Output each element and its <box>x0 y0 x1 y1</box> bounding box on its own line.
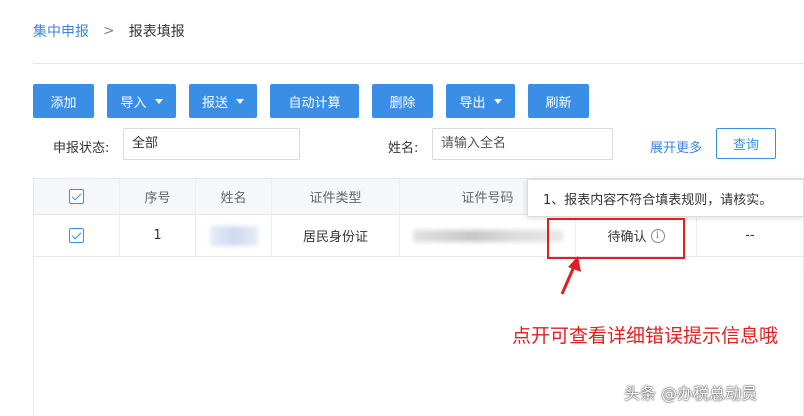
status-filter-label: 申报状态: <box>53 141 110 156</box>
auto-calculate-button[interactable]: 自动计算 <box>270 84 359 118</box>
redacted-id-number-block <box>412 229 563 242</box>
header-name: 姓名 <box>196 179 272 214</box>
export-dropdown-button[interactable]: 导出 <box>446 84 515 118</box>
header-index: 序号 <box>120 179 196 214</box>
add-button[interactable]: 添加 <box>33 84 94 118</box>
row-name-redacted <box>196 215 272 256</box>
caret-down-icon <box>236 98 244 104</box>
annotation-text: 点开可查看详细错误提示信息哦 <box>512 325 779 347</box>
delete-button-label: 删除 <box>389 95 416 111</box>
export-button-label: 导出 <box>459 95 486 111</box>
row-index: 1 <box>120 215 196 256</box>
watermark-text: 头条 @办税总动员 <box>624 384 758 403</box>
breadcrumb: 集中申报 > 报表填报 <box>33 20 185 42</box>
submit-dropdown-button[interactable]: 报送 <box>189 84 257 118</box>
refresh-button[interactable]: 刷新 <box>528 84 589 118</box>
breadcrumb-separator: > <box>103 23 115 39</box>
table-row[interactable]: 1 居民身份证 待确认 i -- <box>34 215 803 257</box>
row-last-cell: -- <box>745 228 755 243</box>
annotation-highlight-box <box>547 218 685 259</box>
error-tooltip-message: 1、报表内容不符合填表规则，请核实。 <box>543 192 773 208</box>
filter-row: 申报状态: 全部 姓名: 请输入全名 展开更多 查询 <box>0 128 804 162</box>
refresh-button-label: 刷新 <box>545 95 572 111</box>
error-tooltip: 1、报表内容不符合填表规则，请核实。 <box>527 179 804 217</box>
caret-down-icon <box>493 98 502 104</box>
expand-more-link[interactable]: 展开更多 <box>650 137 702 156</box>
row-checkbox[interactable] <box>69 228 84 243</box>
name-input[interactable]: 请输入全名 <box>432 128 613 160</box>
delete-button[interactable]: 删除 <box>372 84 433 118</box>
header-divider <box>33 63 804 64</box>
name-filter-label: 姓名: <box>388 141 419 156</box>
row-select-cell <box>34 215 120 256</box>
header-id-type: 证件类型 <box>272 179 400 214</box>
import-button-label: 导入 <box>120 95 147 111</box>
add-button-label: 添加 <box>50 95 77 111</box>
query-button-label: 查询 <box>732 138 759 153</box>
select-all-cell <box>34 179 120 214</box>
caret-down-icon <box>154 98 163 104</box>
redacted-name-block <box>209 225 258 246</box>
import-dropdown-button[interactable]: 导入 <box>107 84 176 118</box>
breadcrumb-parent-link[interactable]: 集中申报 <box>33 21 89 41</box>
status-select[interactable]: 全部 <box>123 128 300 160</box>
query-button[interactable]: 查询 <box>716 128 776 159</box>
breadcrumb-current: 报表填报 <box>128 24 185 40</box>
row-id-type: 居民身份证 <box>272 215 400 256</box>
submit-button-label: 报送 <box>201 95 228 111</box>
select-all-checkbox[interactable] <box>69 189 84 204</box>
auto-calculate-button-label: 自动计算 <box>288 95 341 111</box>
annotation-arrow-icon <box>560 256 581 295</box>
